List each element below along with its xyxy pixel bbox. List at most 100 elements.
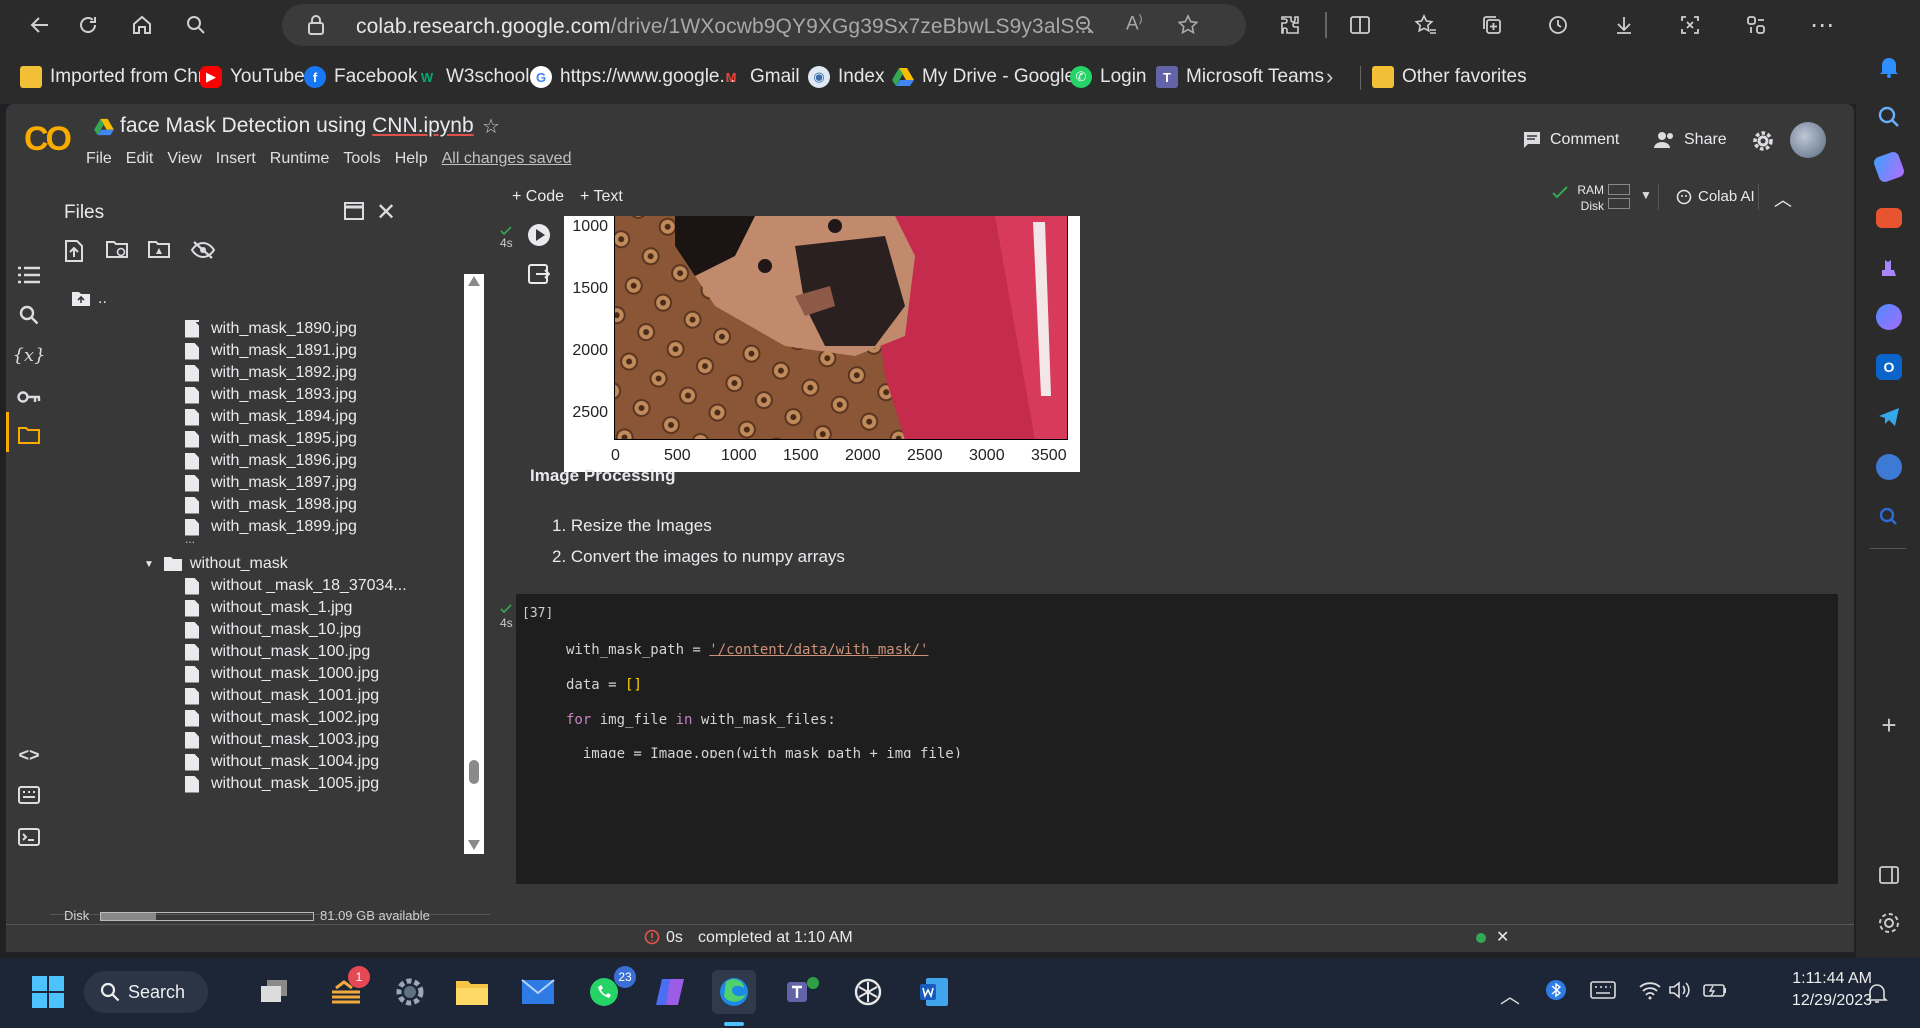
clock[interactable]: 1:11:44 AM 12/29/2023: [1762, 968, 1872, 1012]
notifications-bell-icon[interactable]: [1876, 54, 1902, 80]
settings-gear-icon[interactable]: [1752, 130, 1774, 152]
index-sidebar-icon[interactable]: [1876, 454, 1902, 480]
table-of-contents-icon[interactable]: [16, 262, 42, 288]
run-cell-play-icon[interactable]: [528, 224, 550, 246]
menu-edit[interactable]: Edit: [126, 150, 154, 168]
comment-button[interactable]: Comment: [1522, 130, 1619, 150]
back-icon[interactable]: [24, 9, 56, 41]
close-status-icon[interactable]: ✕: [1496, 927, 1509, 947]
menu-tools[interactable]: Tools: [343, 150, 380, 168]
read-aloud-icon[interactable]: A): [1126, 13, 1142, 35]
list-item[interactable]: with_mask_1892.jpg: [185, 362, 357, 384]
avatar[interactable]: [1790, 122, 1826, 158]
scroll-up-arrow-icon[interactable]: [468, 276, 480, 286]
share-button[interactable]: Share: [1654, 130, 1727, 150]
favorite-google[interactable]: G https://www.google...: [530, 62, 735, 92]
refresh-folder-icon[interactable]: [106, 240, 130, 260]
favorite-gmail[interactable]: M Gmail: [720, 62, 800, 92]
telegram-icon[interactable]: [1876, 404, 1902, 430]
whatsapp-app-icon[interactable]: 23: [582, 966, 636, 1014]
menu-view[interactable]: View: [167, 150, 201, 168]
list-item[interactable]: with_mask_1896.jpg: [185, 450, 357, 472]
notifications-icon[interactable]: [1866, 982, 1888, 1004]
list-item[interactable]: without_mask_1004.jpg: [185, 751, 379, 773]
parent-folder[interactable]: ..: [72, 290, 107, 308]
command-palette-icon[interactable]: [16, 782, 42, 808]
favorite-imported[interactable]: Imported from Chr...: [20, 62, 219, 92]
collapse-chevron-up-icon[interactable]: ︿: [1774, 186, 1792, 212]
list-item[interactable]: without_mask_1005.jpg: [185, 773, 379, 795]
outlook-icon[interactable]: O: [1876, 354, 1902, 380]
favorite-index[interactable]: ◉ Index: [808, 62, 884, 92]
bing-search-icon[interactable]: [1876, 504, 1902, 530]
search-icon[interactable]: [180, 9, 212, 41]
terminal-icon[interactable]: [16, 824, 42, 850]
add-code-button[interactable]: + Code: [512, 188, 564, 206]
save-status[interactable]: All changes saved: [442, 150, 572, 168]
sidebar-search-icon[interactable]: [1876, 104, 1902, 130]
menu-insert[interactable]: Insert: [216, 150, 256, 168]
tray-overflow-chevron-icon[interactable]: ︿: [1500, 980, 1520, 1009]
extensions-icon[interactable]: [1274, 9, 1306, 41]
list-item[interactable]: without_mask_1000.jpg: [185, 663, 379, 685]
favorite-teams[interactable]: T Microsoft Teams: [1156, 62, 1324, 92]
notebook-title[interactable]: face Mask Detection using CNN.ipynb: [120, 114, 474, 138]
copilot-app-icon[interactable]: [648, 970, 692, 1014]
split-screen-icon[interactable]: [1344, 9, 1376, 41]
files-folder-icon[interactable]: [16, 422, 42, 448]
close-icon[interactable]: ✕: [376, 198, 396, 227]
code-line[interactable]: with_mask_path = '/content/data/with_mas…: [566, 642, 928, 658]
favorites-overflow-chevron-icon[interactable]: ›: [1326, 62, 1333, 92]
mount-drive-icon[interactable]: [148, 240, 172, 260]
list-item[interactable]: without_mask_1.jpg: [185, 597, 352, 619]
favorites-icon[interactable]: [1410, 9, 1442, 41]
list-item[interactable]: without_mask_1003.jpg: [185, 729, 379, 751]
list-item[interactable]: without_mask_100.jpg: [185, 641, 370, 663]
word-app-icon[interactable]: [912, 970, 956, 1014]
resources-labels[interactable]: RAM Disk: [1572, 182, 1604, 214]
scroll-thumb[interactable]: [469, 760, 479, 784]
settings-gear-icon[interactable]: [1876, 910, 1902, 936]
reminders-app-icon[interactable]: 1: [324, 966, 370, 1014]
code-snippets-icon[interactable]: <>: [16, 742, 42, 768]
other-favorites[interactable]: Other favorites: [1372, 62, 1527, 92]
favorite-star-icon[interactable]: [1176, 13, 1200, 37]
lock-icon[interactable]: [306, 14, 326, 36]
list-item[interactable]: with_mask_1897.jpg: [185, 472, 357, 494]
hide-files-eye-icon[interactable]: [190, 240, 216, 260]
volume-icon[interactable]: [1668, 980, 1692, 1000]
files-scrollbar[interactable]: [464, 274, 484, 854]
list-item[interactable]: without_mask_1001.jpg: [185, 685, 379, 707]
zoom-icon[interactable]: [1074, 14, 1096, 36]
list-item[interactable]: without_mask_10.jpg: [185, 619, 361, 641]
favorite-w3school[interactable]: W W3school: [416, 62, 530, 92]
output-menu-icon[interactable]: [528, 264, 550, 284]
performance-icon[interactable]: [1740, 9, 1772, 41]
list-item[interactable]: with_mask_1895.jpg: [185, 428, 357, 450]
wifi-icon[interactable]: [1638, 980, 1662, 1000]
colab-logo[interactable]: CO: [24, 120, 72, 159]
list-item[interactable]: with_mask_1891.jpg: [185, 340, 357, 362]
list-item[interactable]: with_mask_1899.jpg: [185, 516, 357, 538]
more-options-icon[interactable]: ⋯: [1806, 9, 1838, 41]
downloads-icon[interactable]: [1608, 9, 1640, 41]
secrets-key-icon[interactable]: [16, 384, 42, 410]
games-icon[interactable]: [1876, 254, 1902, 280]
menu-file[interactable]: File: [86, 150, 112, 168]
hide-sidebar-icon[interactable]: [1876, 862, 1902, 888]
url-text[interactable]: colab.research.google.com/drive/1WXocwb9…: [356, 15, 1092, 39]
list-item[interactable]: without_mask_1002.jpg: [185, 707, 379, 729]
home-icon[interactable]: [126, 9, 158, 41]
favorite-my-drive[interactable]: My Drive - Google...: [892, 62, 1091, 92]
battery-icon[interactable]: [1700, 980, 1728, 1000]
list-item[interactable]: with_mask_1898.jpg: [185, 494, 357, 516]
upload-file-icon[interactable]: [64, 240, 84, 262]
keyboard-icon[interactable]: [1590, 980, 1616, 1000]
list-item[interactable]: with_mask_1890.jpg: [185, 318, 357, 340]
menu-help[interactable]: Help: [395, 150, 428, 168]
file-explorer-icon[interactable]: [450, 970, 494, 1014]
colab-ai-button[interactable]: Colab AI: [1676, 188, 1755, 205]
code-line[interactable]: data = []: [566, 677, 642, 693]
list-item[interactable]: without _mask_18_37034...: [185, 575, 407, 597]
list-item[interactable]: with_mask_1894.jpg: [185, 406, 357, 428]
